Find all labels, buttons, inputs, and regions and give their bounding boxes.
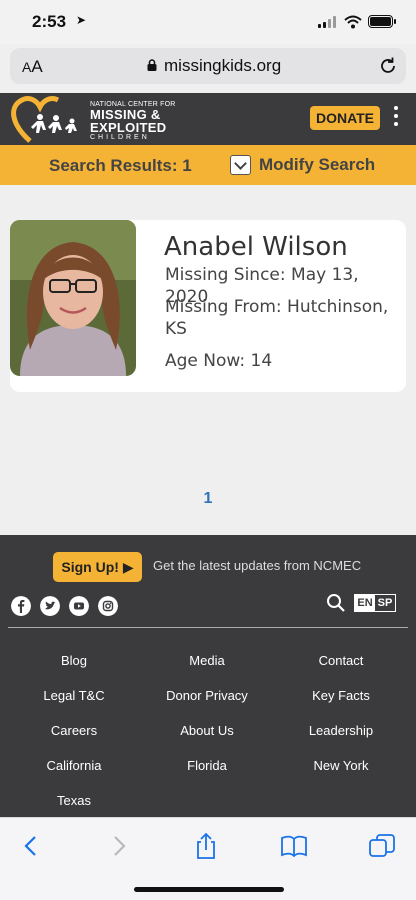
- ncmec-logo-text: NATIONAL CENTER FOR MISSING & EXPLOITED …: [90, 101, 175, 141]
- bookmarks-icon[interactable]: [280, 832, 308, 860]
- footer-link-new-york[interactable]: New York: [271, 758, 411, 773]
- footer-link-key-facts[interactable]: Key Facts: [271, 688, 411, 703]
- language-en-button[interactable]: EN: [355, 595, 375, 611]
- footer-link-california[interactable]: California: [4, 758, 144, 773]
- footer-link-florida[interactable]: Florida: [137, 758, 277, 773]
- battery-icon: [368, 15, 396, 28]
- status-bar: 2:53 ➤: [0, 0, 416, 44]
- signup-tagline: Get the latest updates from NCMEC: [153, 558, 362, 573]
- language-sp-button[interactable]: SP: [375, 595, 395, 611]
- social-links: [11, 596, 127, 616]
- footer-link-media[interactable]: Media: [137, 653, 277, 668]
- back-icon[interactable]: [18, 832, 46, 860]
- footer-link-blog[interactable]: Blog: [4, 653, 144, 668]
- search-icon[interactable]: [326, 593, 346, 613]
- status-time: 2:53: [32, 12, 67, 31]
- twitter-icon[interactable]: [40, 596, 60, 616]
- modify-search-button[interactable]: Modify Search: [230, 155, 375, 175]
- language-switcher: EN SP: [354, 594, 396, 612]
- footer-divider: [8, 627, 408, 628]
- instagram-icon[interactable]: [98, 596, 118, 616]
- missing-from-line-2: KS: [165, 319, 187, 339]
- sign-up-button[interactable]: Sign Up! ▶: [53, 552, 142, 582]
- reload-icon[interactable]: [378, 56, 398, 76]
- pagination: 1: [0, 490, 416, 508]
- wifi-icon: [344, 15, 362, 29]
- footer-link-donor-privacy[interactable]: Donor Privacy: [137, 688, 277, 703]
- page-link-1[interactable]: 1: [204, 490, 213, 507]
- url-text[interactable]: missingkids.org: [164, 56, 281, 76]
- search-results-bar: Search Results: 1 Modify Search: [0, 145, 416, 185]
- address-bar[interactable]: AA missingkids.org: [10, 48, 406, 84]
- footer-link-texas[interactable]: Texas: [4, 793, 144, 808]
- result-card[interactable]: Anabel Wilson Missing Since: May 13, 202…: [10, 220, 406, 392]
- forward-icon[interactable]: [104, 832, 132, 860]
- modify-search-label: Modify Search: [259, 155, 376, 174]
- site-footer: Sign Up! ▶ Get the latest updates from N…: [0, 535, 416, 817]
- missing-from-line-1: Missing From: Hutchinson,: [165, 297, 389, 317]
- more-menu-icon[interactable]: [394, 106, 400, 130]
- location-arrow-icon: ➤: [76, 13, 87, 27]
- text-size-button[interactable]: AA: [22, 57, 43, 77]
- facebook-icon[interactable]: [11, 596, 31, 616]
- search-results-count: Search Results: 1: [49, 156, 192, 175]
- home-indicator: [134, 887, 284, 892]
- footer-link-contact[interactable]: Contact: [271, 653, 411, 668]
- donate-button[interactable]: DONATE: [310, 106, 380, 130]
- ncmec-logo-icon[interactable]: [10, 95, 90, 145]
- tabs-icon[interactable]: [368, 832, 396, 860]
- share-icon[interactable]: [192, 832, 220, 860]
- youtube-icon[interactable]: [69, 596, 89, 616]
- child-photo[interactable]: [10, 220, 136, 376]
- age-now: Age Now: 14: [165, 351, 273, 371]
- cellular-signal-icon: [318, 16, 340, 28]
- chevron-down-icon: [230, 155, 251, 175]
- footer-link-legal[interactable]: Legal T&C: [4, 688, 144, 703]
- footer-link-careers[interactable]: Careers: [4, 723, 144, 738]
- lock-icon: [147, 59, 157, 71]
- child-name[interactable]: Anabel Wilson: [164, 232, 348, 262]
- logo-line-4: CHILDREN: [90, 134, 150, 141]
- footer-link-leadership[interactable]: Leadership: [271, 723, 411, 738]
- footer-link-about-us[interactable]: About Us: [137, 723, 277, 738]
- site-header: NATIONAL CENTER FOR MISSING & EXPLOITED …: [0, 93, 416, 145]
- logo-line-3: EXPLOITED: [90, 120, 167, 135]
